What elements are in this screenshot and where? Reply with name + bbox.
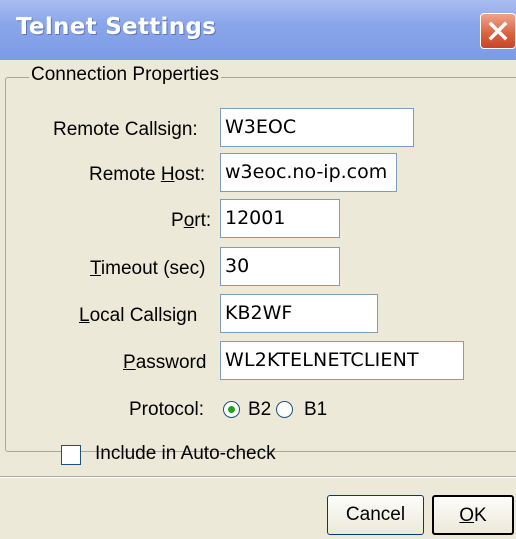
protocol-b1-label: B1 bbox=[304, 399, 328, 420]
close-icon bbox=[488, 21, 508, 41]
auto-check-checkbox[interactable] bbox=[61, 445, 81, 465]
protocol-b2-label: B2 bbox=[248, 399, 272, 420]
group-legend: Connection Properties bbox=[29, 64, 221, 86]
window-title: Telnet Settings bbox=[16, 14, 217, 40]
port-label: Port: bbox=[171, 210, 212, 231]
ok-button[interactable]: OK bbox=[432, 495, 514, 535]
protocol-b2-radio[interactable] bbox=[223, 401, 240, 418]
cancel-button[interactable]: Cancel bbox=[327, 495, 424, 535]
timeout-input[interactable]: 30 bbox=[220, 247, 340, 286]
footer-separator bbox=[0, 476, 516, 478]
local-callsign-label: Local Callsign bbox=[79, 305, 198, 326]
remote-host-input[interactable]: w3eoc.no-ip.com bbox=[220, 153, 397, 192]
password-input[interactable]: WL2KTELNETCLIENT bbox=[220, 341, 464, 380]
port-input[interactable]: 12001 bbox=[220, 199, 340, 238]
password-label: Password bbox=[123, 352, 207, 373]
protocol-b1-radio[interactable] bbox=[276, 401, 293, 418]
remote-callsign-label: Remote Callsign: bbox=[53, 119, 198, 140]
timeout-label: Timeout (sec) bbox=[90, 258, 206, 279]
local-callsign-input[interactable]: KB2WF bbox=[220, 294, 378, 333]
close-button[interactable] bbox=[480, 13, 516, 49]
remote-callsign-input[interactable]: W3EOC bbox=[220, 108, 414, 147]
auto-check-label: Include in Auto-check bbox=[95, 443, 276, 464]
protocol-label: Protocol: bbox=[129, 399, 204, 420]
remote-host-label: Remote Host: bbox=[89, 164, 206, 185]
title-bar: Telnet Settings bbox=[0, 0, 516, 60]
